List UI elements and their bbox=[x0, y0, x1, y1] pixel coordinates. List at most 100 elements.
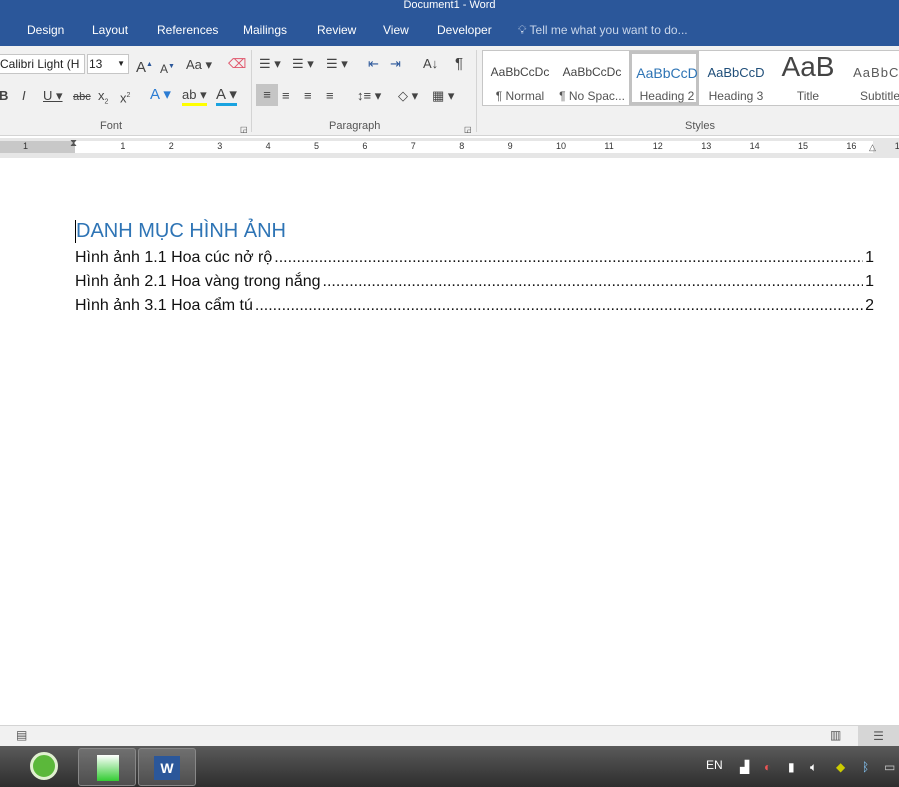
toc-entry-text: Hình ảnh 1.1 Hoa cúc nở rộ bbox=[75, 249, 273, 266]
toc-page-number: 1 bbox=[865, 249, 874, 266]
font-color-icon[interactable]: A ▾ bbox=[216, 87, 237, 106]
style-sample: AaBbCcDc bbox=[562, 65, 622, 79]
ruler-number: 16 bbox=[846, 141, 857, 151]
style-label: Title bbox=[796, 89, 820, 103]
tab-design[interactable]: Design bbox=[27, 23, 64, 37]
multilevel-list-icon[interactable]: ☰ ▾ bbox=[326, 56, 348, 72]
toc-entry[interactable]: Hình ảnh 3.1 Hoa cẩm tú 2 bbox=[75, 297, 874, 315]
coccoc-browser-icon[interactable] bbox=[30, 752, 58, 780]
tell-me-text: Tell me what you want to do... bbox=[529, 23, 688, 37]
italic-icon[interactable]: I bbox=[22, 88, 26, 104]
highlight-icon[interactable]: ab ▾ bbox=[182, 87, 207, 106]
style-label: Heading 3 bbox=[708, 89, 764, 103]
signal-icon[interactable]: ▟ bbox=[740, 760, 749, 774]
chevron-down-icon: ▼ bbox=[117, 59, 125, 68]
status-bar: ▤ ▥ ☰ bbox=[0, 725, 899, 746]
notepad-app-button[interactable] bbox=[78, 748, 136, 786]
toc-entry-text: Hình ảnh 3.1 Hoa cẩm tú bbox=[75, 297, 253, 314]
subscript-icon[interactable]: x2 bbox=[98, 88, 108, 111]
tab-developer[interactable]: Developer bbox=[437, 23, 492, 37]
toc-leader bbox=[255, 297, 863, 315]
toc-entry[interactable]: Hình ảnh 2.1 Hoa vàng trong nắng 1 bbox=[75, 273, 874, 291]
ruler-number: 11 bbox=[604, 141, 614, 151]
security-icon[interactable]: ◐ bbox=[764, 760, 771, 774]
style-label: ¶ No Spac... bbox=[559, 89, 625, 103]
bullets-icon[interactable]: ☰ ▾ bbox=[259, 56, 281, 72]
style-title[interactable]: AaB Title bbox=[773, 51, 843, 105]
ribbon: Calibri Light (H 13 ▼ A▲ A▼ Aa ▾ ⌫ B I U … bbox=[0, 46, 899, 136]
justify-icon[interactable]: ≡ bbox=[326, 88, 334, 104]
macro-record-icon[interactable]: ▤ bbox=[16, 728, 27, 742]
style-label: ¶ Normal bbox=[495, 89, 545, 103]
font-dialog-launcher-icon[interactable]: ◲ bbox=[240, 122, 248, 138]
strikethrough-icon[interactable]: abc bbox=[73, 89, 91, 105]
volume-icon[interactable]: 🔈︎ bbox=[810, 760, 817, 775]
ruler-number: 15 bbox=[798, 141, 809, 151]
indent-marker-icon[interactable]: ⧗ bbox=[70, 138, 77, 149]
borders-icon[interactable]: ▦ ▾ bbox=[432, 88, 454, 104]
show-marks-icon[interactable]: ¶ bbox=[455, 56, 463, 72]
style-normal[interactable]: AaBbCcDc ¶ Normal bbox=[485, 51, 555, 105]
ruler-number: 10 bbox=[556, 141, 567, 151]
ruler-number: 4 bbox=[265, 141, 271, 151]
notepad-icon bbox=[97, 755, 119, 781]
style-sample: AaBbCc bbox=[853, 65, 899, 80]
grow-font-icon[interactable]: A▲ bbox=[136, 57, 153, 76]
style-heading-2[interactable]: AaBbCcD Heading 2 bbox=[629, 51, 699, 105]
style-subtitle[interactable]: AaBbCc Subtitle bbox=[845, 51, 899, 105]
network-icon[interactable]: ◆ bbox=[836, 760, 845, 774]
style-sample: AaBbCcD bbox=[707, 65, 765, 80]
font-name-value: Calibri Light (H bbox=[0, 57, 80, 71]
read-mode-icon[interactable]: ▥ bbox=[830, 728, 841, 742]
window-title: Document1 - Word bbox=[403, 0, 496, 11]
ruler-number: 9 bbox=[507, 141, 513, 151]
font-name-select[interactable]: Calibri Light (H bbox=[0, 54, 85, 74]
toc-heading: DANH MỤC HÌNH ẢNH bbox=[75, 220, 286, 243]
paragraph-group-label: Paragraph bbox=[329, 120, 381, 132]
paragraph-dialog-launcher-icon[interactable]: ◲ bbox=[464, 122, 472, 138]
increase-indent-icon[interactable]: ⇥ bbox=[390, 56, 401, 72]
ruler-number: 1 bbox=[120, 141, 126, 151]
document-page[interactable]: DANH MỤC HÌNH ẢNH Hình ảnh 1.1 Hoa cúc n… bbox=[0, 158, 899, 725]
print-layout-icon[interactable]: ☰ bbox=[858, 726, 899, 746]
superscript-icon[interactable]: x2 bbox=[120, 88, 130, 106]
power-icon[interactable]: ▮ bbox=[788, 760, 795, 774]
text-effects-icon[interactable]: A ▾ bbox=[150, 87, 171, 103]
tab-mailings[interactable]: Mailings bbox=[243, 23, 287, 37]
shading-icon[interactable]: ◇ ▾ bbox=[398, 88, 418, 104]
bold-icon[interactable]: B bbox=[0, 88, 8, 104]
sort-icon[interactable]: A↓ bbox=[423, 56, 438, 72]
style-heading-3[interactable]: AaBbCcD Heading 3 bbox=[701, 51, 771, 105]
decrease-indent-icon[interactable]: ⇤ bbox=[368, 56, 379, 72]
toc-entry[interactable]: Hình ảnh 1.1 Hoa cúc nở rộ 1 bbox=[75, 249, 874, 267]
align-right-icon[interactable]: ≡ bbox=[304, 88, 312, 104]
ruler-number: 1 bbox=[23, 141, 29, 151]
language-indicator[interactable]: EN bbox=[706, 758, 723, 772]
right-indent-marker-icon[interactable]: △ bbox=[869, 142, 876, 153]
style-no-spacing[interactable]: AaBbCcDc ¶ No Spac... bbox=[557, 51, 627, 105]
underline-icon[interactable]: U ▾ bbox=[43, 88, 63, 104]
numbering-icon[interactable]: ☰ ▾ bbox=[292, 56, 314, 72]
tell-me-box[interactable]: 💡︎ Tell me what you want to do... bbox=[518, 23, 688, 38]
horizontal-ruler[interactable]: 1 1234567891011121314151617 ⧗ △ bbox=[0, 138, 899, 158]
tab-layout[interactable]: Layout bbox=[92, 23, 128, 37]
align-left-icon[interactable]: ≡ bbox=[256, 84, 278, 106]
tab-view[interactable]: View bbox=[383, 23, 409, 37]
shrink-font-icon[interactable]: A▼ bbox=[160, 59, 175, 77]
line-spacing-icon[interactable]: ↕≡ ▾ bbox=[357, 88, 381, 104]
ruler-number: 12 bbox=[652, 141, 663, 151]
change-case-button[interactable]: Aa ▾ bbox=[186, 57, 212, 73]
word-app-button[interactable]: W bbox=[138, 748, 196, 786]
tab-references[interactable]: References bbox=[157, 23, 218, 37]
style-label: Heading 2 bbox=[639, 89, 695, 103]
bluetooth-icon[interactable]: ᛒ bbox=[862, 760, 869, 774]
clear-formatting-icon[interactable]: ⌫ bbox=[228, 56, 246, 72]
font-size-select[interactable]: 13 ▼ bbox=[87, 54, 129, 74]
tab-review[interactable]: Review bbox=[317, 23, 356, 37]
ruler-number: 13 bbox=[701, 141, 712, 151]
ruler-margin-left bbox=[0, 141, 75, 153]
align-center-icon[interactable]: ≡ bbox=[282, 88, 290, 104]
word-icon: W bbox=[154, 756, 180, 780]
printer-icon[interactable]: ▭ bbox=[884, 760, 895, 774]
title-bar: Document1 - Word bbox=[0, 0, 899, 14]
